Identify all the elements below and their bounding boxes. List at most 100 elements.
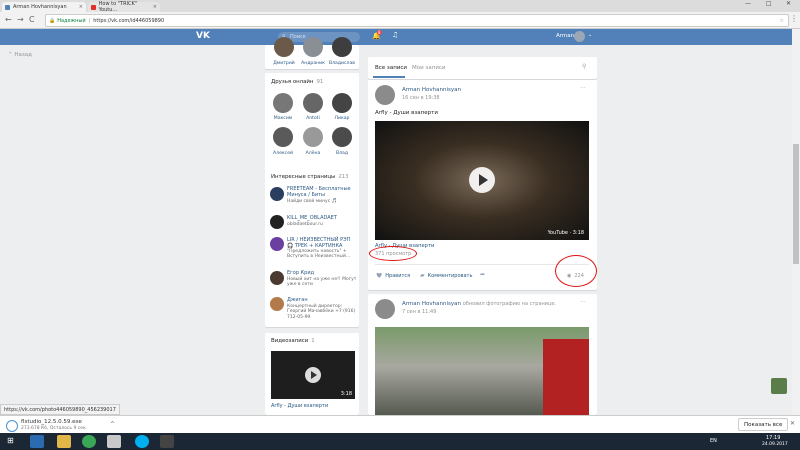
browser-tab[interactable]: How to "TRICK" Youtu... × (88, 1, 160, 13)
star-icon[interactable]: ☆ (780, 18, 784, 24)
friend-avatar[interactable] (303, 127, 323, 147)
user-name[interactable]: Arman (556, 33, 574, 39)
friend-avatar[interactable] (273, 93, 293, 113)
post-date[interactable]: 7 сен в 11:49 (402, 309, 436, 315)
play-icon[interactable] (469, 167, 495, 193)
author-avatar[interactable] (375, 299, 395, 319)
friend-name[interactable]: Влад (327, 151, 357, 156)
like-button[interactable]: ♥ Нравится (376, 272, 410, 280)
friend-avatar[interactable] (273, 127, 293, 147)
page-name[interactable]: LIR / НЕИЗВЕСТНЫЙ РЭП 🎧 ТРЕК + КАРТИНКА (287, 237, 357, 249)
forward-button[interactable]: → (17, 15, 24, 24)
media-player-icon[interactable] (107, 435, 121, 448)
friends-block: Дмитрий Андраник Владислав (265, 37, 359, 69)
internet-explorer-icon[interactable] (30, 435, 44, 448)
chevron-up-icon[interactable]: ^ (110, 421, 115, 428)
chrome-icon[interactable] (82, 435, 96, 448)
menu-icon[interactable]: ⋮ (790, 14, 798, 23)
post-photo[interactable] (375, 327, 589, 415)
friend-name[interactable]: Алексей (268, 151, 298, 156)
reload-button[interactable]: C (29, 15, 35, 24)
block-title[interactable]: Друзья онлайн 91 (271, 79, 323, 85)
tab-active-underline (373, 76, 405, 78)
chat-avatar[interactable] (771, 378, 787, 394)
page-name[interactable]: Егор Крид (287, 270, 357, 276)
address-bar[interactable]: 🔒 Надежный | https://vk.com/id446059890 … (45, 14, 789, 27)
wall-post: Arman Hovhannisyan 16 сен в 19:38 ··· Ar… (368, 80, 597, 290)
maximize-button[interactable]: □ (766, 0, 772, 7)
video-thumbnail[interactable]: 3:18 (271, 351, 355, 399)
tab-all-posts[interactable]: Все записи (375, 65, 407, 71)
clock-time[interactable]: 17:19 (766, 435, 780, 441)
windows-start-icon[interactable]: ⊞ (7, 436, 14, 445)
friend-name[interactable]: Максим (268, 116, 298, 121)
download-filename[interactable]: flstudio_12.5.0.59.exe (21, 419, 82, 425)
chevron-up-icon: ⌃ (8, 52, 13, 58)
post-header: Arman Hovhannisyan обновил фотографию на… (402, 301, 587, 307)
vk-logo[interactable]: VK (196, 31, 210, 41)
friend-name[interactable]: Дмитрий (269, 61, 299, 66)
lock-icon: 🔒 (49, 17, 56, 24)
page-avatar[interactable] (270, 237, 284, 251)
page-avatar[interactable] (270, 187, 284, 201)
video-player[interactable]: YouTube · 3:18 (375, 121, 589, 240)
play-icon[interactable] (305, 367, 321, 383)
friend-avatar[interactable] (332, 93, 352, 113)
close-window-button[interactable]: ✕ (786, 0, 791, 7)
browser-tab-active[interactable]: Arman Hovhannisyan × (2, 2, 86, 12)
tab-close-icon[interactable]: × (79, 4, 83, 10)
friend-avatar[interactable] (332, 127, 352, 147)
page-avatar[interactable] (270, 215, 284, 229)
friend-name[interactable]: Ликар (327, 116, 357, 121)
photo-sign (543, 339, 589, 415)
comment-button[interactable]: ▰ Комментировать (420, 272, 472, 279)
back-button[interactable]: ← (5, 15, 12, 24)
page-desc: "Предложить новость" + Вступить в Неизве… (287, 249, 351, 260)
friend-avatar[interactable] (303, 93, 323, 113)
page-name[interactable]: KILL_ME_OBLADAET (287, 215, 357, 221)
author-avatar[interactable] (375, 85, 395, 105)
more-options-icon[interactable]: ··· (580, 85, 586, 92)
skype-icon[interactable] (135, 435, 149, 448)
friend-name[interactable]: Владислав (327, 61, 357, 66)
page-name[interactable]: Джиган (287, 297, 357, 303)
friend-avatar[interactable] (303, 37, 323, 57)
block-title[interactable]: Видеозаписи 1 (271, 338, 315, 344)
search-icon[interactable]: ⚲ (582, 63, 586, 70)
music-icon[interactable]: ♫ (392, 31, 398, 39)
page-avatar[interactable] (270, 297, 284, 311)
video-caption[interactable]: Arfly - Души взаперти (271, 403, 328, 409)
more-options-icon[interactable]: ··· (580, 299, 586, 306)
page-avatar[interactable] (270, 271, 284, 285)
tab-my-posts[interactable]: Мои записи (412, 65, 446, 71)
back-link[interactable]: ⌃ Назад (8, 52, 32, 58)
close-icon[interactable]: ✕ (790, 420, 795, 427)
post-author[interactable]: Arman Hovhannisyan (402, 301, 461, 307)
post-date[interactable]: 16 сен в 19:38 (402, 95, 440, 101)
url-text: https://vk.com/id446059890 (93, 17, 165, 24)
app-icon[interactable] (160, 435, 174, 448)
friend-name[interactable]: Андраник (298, 61, 328, 66)
friend-name[interactable]: Antoti (298, 116, 328, 121)
post-action-text: обновил фотографию на странице. (462, 301, 557, 307)
tab-close-icon[interactable]: × (153, 4, 157, 10)
clock-date[interactable]: 24.09.2017 (762, 442, 788, 447)
show-all-button[interactable]: Показать все (738, 418, 789, 431)
friend-avatar[interactable] (332, 37, 352, 57)
page-desc: Новый хит на уже не!! Могут уже в сети (287, 277, 357, 288)
user-avatar[interactable] (574, 31, 585, 42)
share-icon[interactable]: ➦ (480, 271, 485, 278)
minimize-button[interactable]: — (745, 0, 751, 7)
language-indicator[interactable]: EN (710, 438, 717, 444)
scrollbar-thumb[interactable] (793, 144, 799, 264)
wall-tabs-bar: Все записи Мои записи ⚲ (368, 57, 597, 79)
block-title[interactable]: Интересные страницы 213 (271, 174, 349, 180)
friend-avatar[interactable] (274, 37, 294, 57)
page-scrollbar[interactable] (792, 29, 800, 415)
post-author[interactable]: Arman Hovhannisyan (402, 87, 461, 93)
file-explorer-icon[interactable] (57, 435, 71, 448)
friend-name[interactable]: Алёна (298, 151, 328, 156)
status-url: https://vk.com/photo446059890_456239017 (0, 404, 120, 415)
chevron-down-icon[interactable]: ⌄ (588, 32, 592, 38)
page-name[interactable]: FREETEAM - Бесплатные Минуса / Биты (287, 186, 357, 198)
